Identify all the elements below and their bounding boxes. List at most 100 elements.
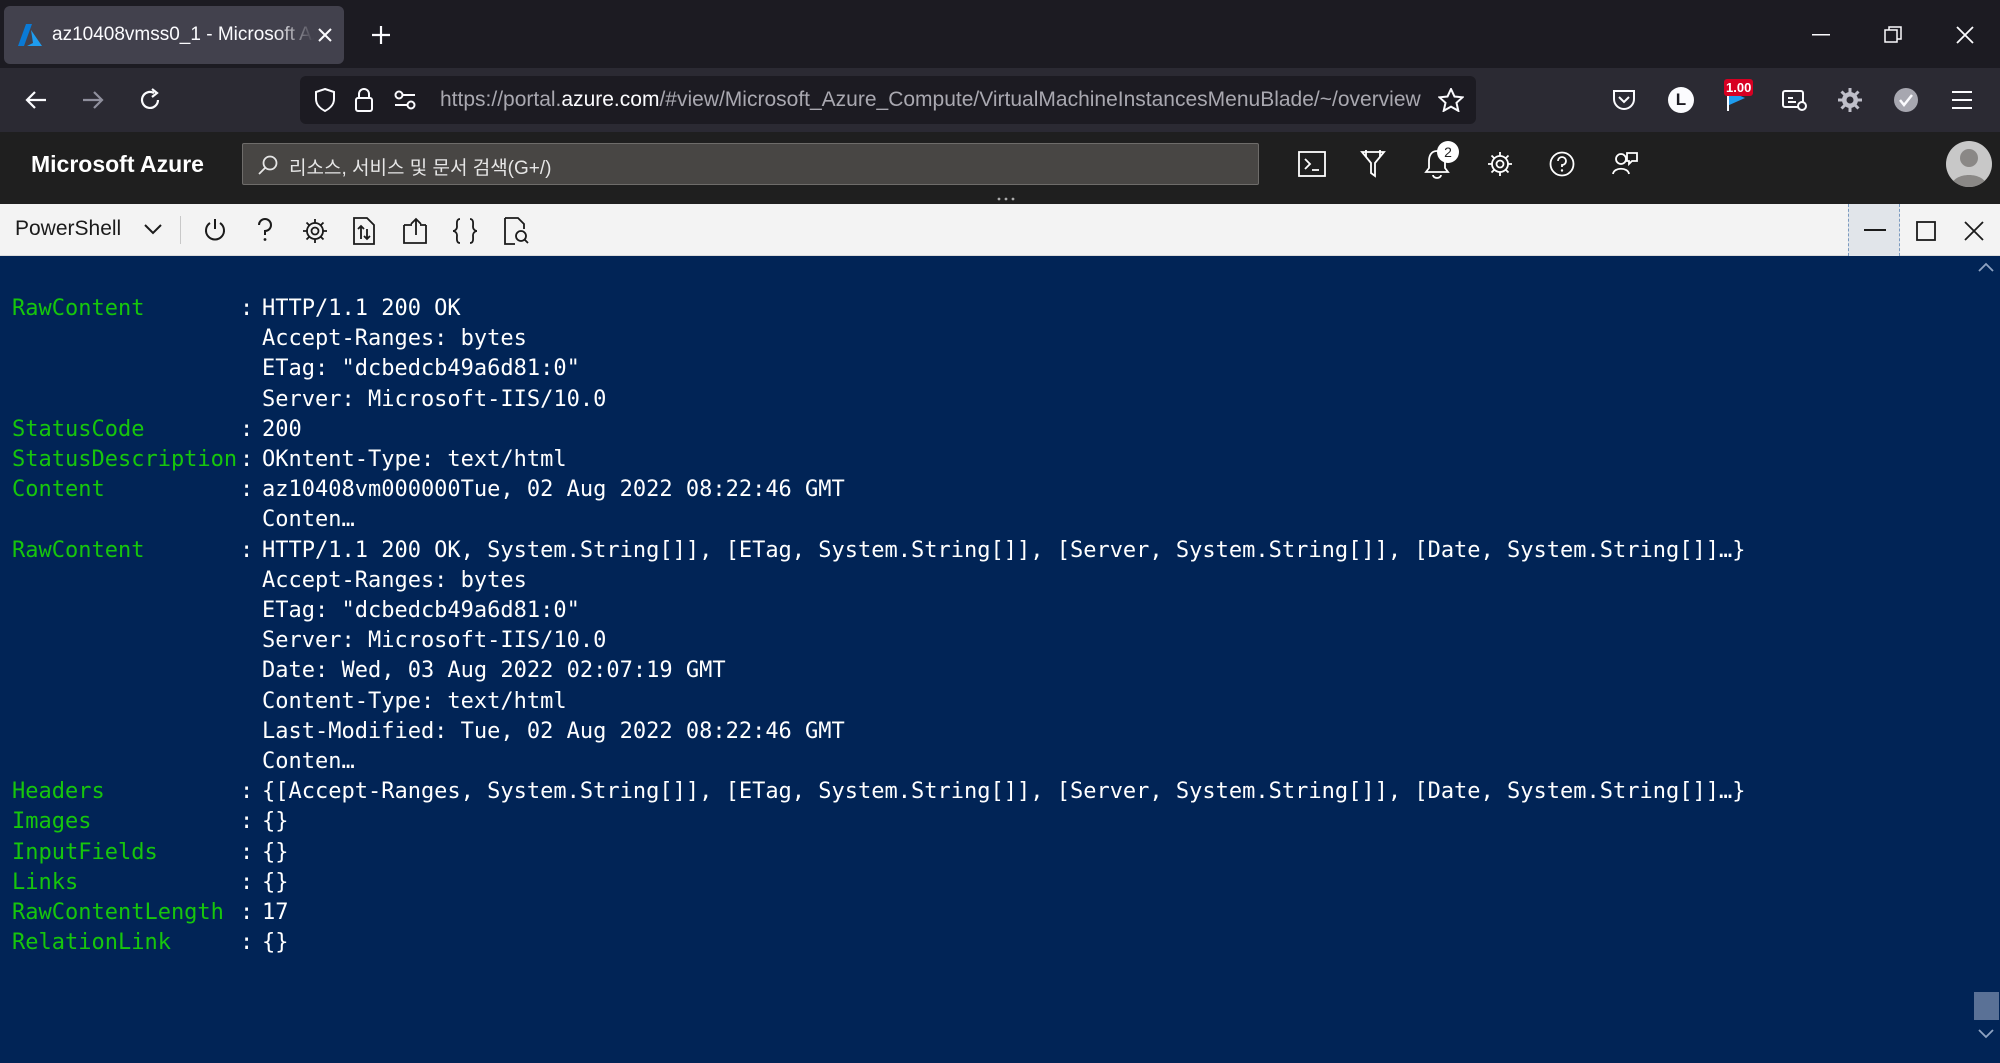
pocket-icon[interactable] [1612,89,1636,111]
extension-badge: 1.00 [1724,79,1754,96]
settings-gear-icon[interactable] [302,218,328,244]
app-menu-hamburger-icon[interactable] [1951,90,1973,110]
property-value: {} [262,930,289,956]
terminal-line: RawContent: HTTP/1.1 200 OK [12,294,1962,324]
tracking-shield-icon[interactable] [314,88,336,112]
settings-gear-icon[interactable] [1487,151,1513,177]
terminal-line: ETag: "dcbedcb49a6d81:0" [12,596,1962,626]
permissions-icon[interactable] [393,90,417,110]
user-avatar[interactable] [1946,141,1992,187]
url-prefix: https://portal. [440,88,562,111]
url-bar[interactable]: https://portal.azure.com/#view/Microsoft… [300,76,1476,124]
terminal-line: InputFields: {} [12,838,1962,868]
scrollbar-thumb[interactable] [1974,992,1999,1020]
terminal-line: Last-Modified: Tue, 02 Aug 2022 08:22:46… [12,717,1962,747]
property-value: HTTP/1.1 200 OK, System.String[]], [ETag… [262,537,1746,563]
checkmark-extension-icon[interactable] [1894,88,1918,112]
cloud-shell-splitter[interactable] [0,196,2000,204]
feedback-icon[interactable] [1611,150,1639,178]
terminal-line: Server: Microsoft-IIS/10.0 [12,385,1962,415]
screenshot-extension-icon[interactable] [1782,88,1808,112]
cloud-shell-toolbar: PowerShell [0,204,2000,256]
property-value: Server: Microsoft-IIS/10.0 [262,386,607,412]
property-value: {} [262,809,289,835]
property-value: ETag: "dcbedcb49a6d81:0" [262,598,580,623]
global-search-box[interactable]: 리소스, 서비스 및 문서 검색(G+/) [242,143,1259,185]
window-minimize-icon[interactable] [1812,34,1830,36]
profile-letter: L [1675,90,1687,109]
terminal-line: RelationLink: {} [12,928,1962,958]
azure-brand[interactable]: Microsoft Azure [31,151,204,178]
property-name: InputFields [12,839,158,865]
property-value: HTTP/1.1 200 OK [262,296,461,321]
settings-extension-icon[interactable] [1838,88,1862,112]
terminal-line: RawContent: HTTP/1.1 200 OK, System.Strin… [12,536,1962,566]
tab-title-fade [274,16,314,56]
property-value: Content-Type: text/html [262,688,567,714]
property-value: 17 [262,900,289,925]
lock-icon[interactable] [354,87,374,113]
notification-count-badge: 2 [1437,141,1459,163]
property-value: 200 [262,416,302,442]
terminal-output[interactable]: RawContent: HTTP/1.1 200 OK Accept-Ranges:… [0,256,1973,1063]
cloud-shell-icon[interactable] [1298,151,1326,177]
browser-tab-active[interactable]: az10408vmss0_1 - Microsoft Azure [4,6,344,64]
property-name: RelationLink [12,930,171,956]
upload-download-files-icon[interactable] [352,217,376,245]
terminal-line: Images: {} [12,807,1962,837]
url-path: /#view/Microsoft_Azure_Compute/VirtualMa… [659,88,1421,111]
terminal-line: Conten… [12,747,1962,777]
terminal-line: Server: Microsoft-IIS/10.0 [12,626,1962,656]
terminal-line: Accept-Ranges: bytes [12,324,1962,354]
back-arrow-icon[interactable] [24,89,48,111]
help-icon[interactable] [256,218,274,242]
property-name: RawContentLength [12,900,224,925]
terminal-line: Conten… [12,505,1962,535]
bookmark-star-icon[interactable] [1438,88,1464,112]
terminal-line: Content: az10408vm000000Tue, 02 Aug 2022 … [12,475,1962,505]
property-value: ETag: "dcbedcb49a6d81:0" [262,356,580,382]
browser-tab-strip: az10408vmss0_1 - Microsoft Azure [0,0,2000,68]
property-value: {} [262,839,289,865]
property-name: Content [12,477,105,503]
property-value: Conten… [262,507,355,533]
property-separator: : [240,869,254,895]
property-value: Date: Wed, 03 Aug 2022 02:07:19 GMT [262,658,726,684]
shell-type-selector[interactable]: PowerShell [15,217,121,241]
profile-avatar-icon[interactable]: L [1668,87,1694,113]
restart-power-icon[interactable] [203,218,227,242]
property-separator: : [240,416,254,442]
url-domain: azure.com [561,88,660,111]
chevron-down-icon[interactable] [144,224,162,235]
reload-icon[interactable] [138,88,162,112]
property-separator: : [240,296,254,321]
new-tab-icon[interactable] [370,24,392,46]
help-question-icon[interactable] [1549,151,1575,177]
property-value: Accept-Ranges: bytes [262,326,527,352]
azure-favicon-icon [18,24,42,46]
url-text[interactable]: https://portal.azure.com/#view/Microsoft… [440,88,1425,114]
terminal-scrollbar[interactable] [1973,256,2000,1063]
directory-filter-icon[interactable] [1360,149,1386,179]
window-restore-icon[interactable] [1884,26,1902,44]
minimize-button[interactable] [1848,204,1900,256]
property-separator: : [240,477,254,503]
window-close-icon[interactable] [1955,25,1975,45]
tab-close-icon[interactable] [316,26,334,44]
terminal-line: Links: {} [12,868,1962,898]
forward-arrow-icon[interactable] [81,89,105,111]
property-separator: : [240,930,254,956]
open-new-session-icon[interactable] [402,217,430,245]
web-preview-icon[interactable] [503,217,529,245]
property-separator: : [240,809,254,835]
property-name: Links [12,869,79,895]
close-icon[interactable] [1964,221,1984,241]
property-value: Conten… [262,749,355,774]
terminal-line: StatusDescription: OKntent-Type: text/htm… [12,445,1962,475]
property-value: {} [262,869,289,895]
terminal-line: Content-Type: text/html [12,687,1962,717]
editor-braces-icon[interactable] [452,218,478,244]
maximize-icon[interactable] [1916,221,1936,241]
property-name: StatusDescription [12,447,238,472]
property-value: Accept-Ranges: bytes [262,567,527,593]
